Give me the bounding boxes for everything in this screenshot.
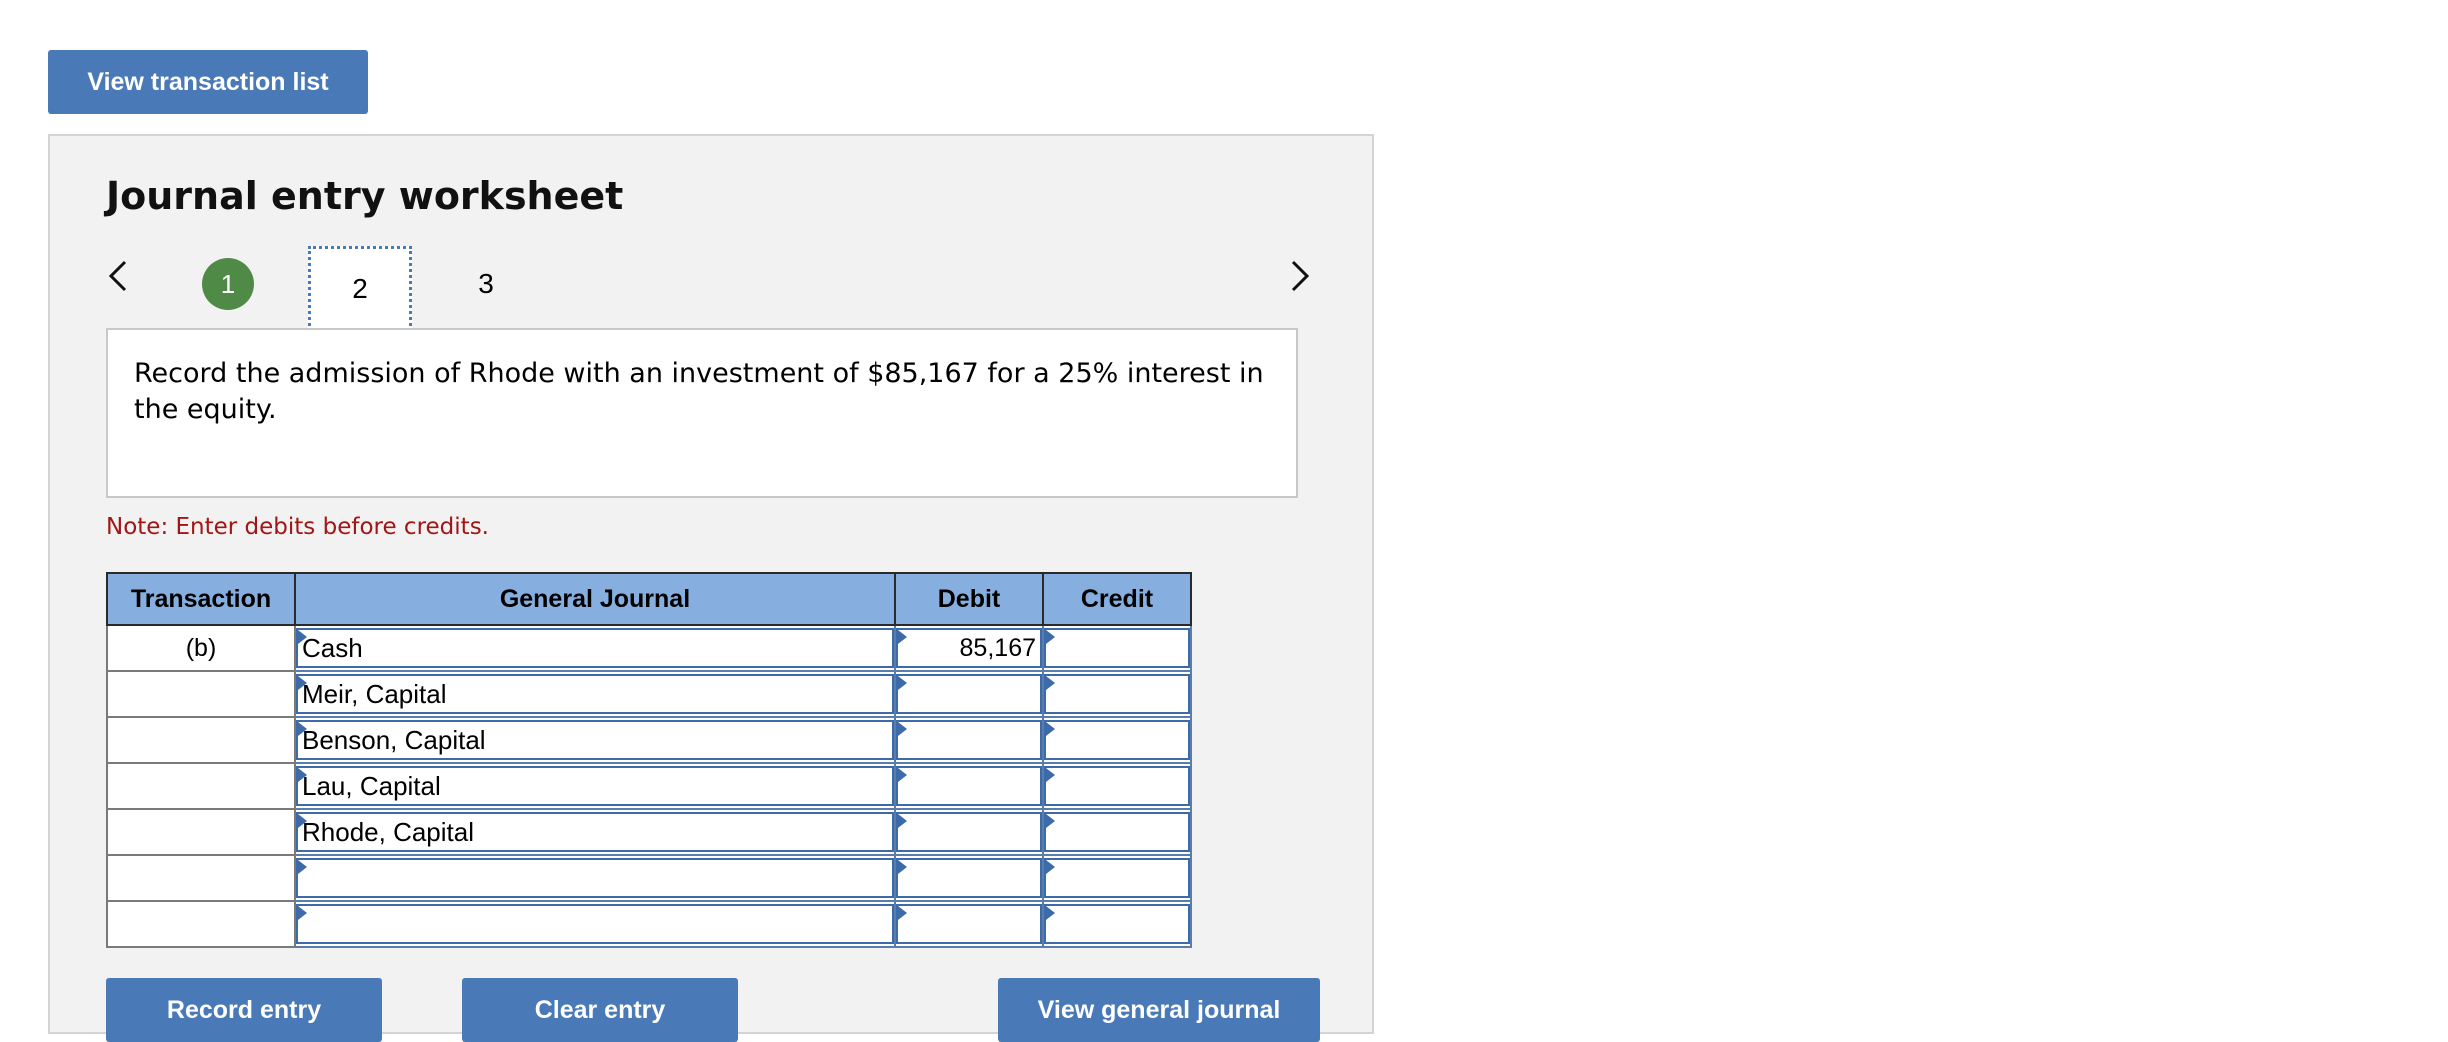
header-transaction: Transaction: [106, 572, 296, 626]
chevron-right-icon[interactable]: [1282, 256, 1318, 296]
transaction-cell: [106, 854, 296, 902]
transaction-cell: [106, 716, 296, 764]
instructions-box: Record the admission of Rhode with an in…: [106, 328, 1298, 498]
table-row: [106, 854, 1192, 902]
credit-input[interactable]: [1044, 766, 1190, 806]
header-general-journal: General Journal: [294, 572, 896, 626]
transaction-cell: [106, 900, 296, 948]
credit-input[interactable]: [1044, 858, 1190, 898]
account-input[interactable]: Cash: [296, 628, 894, 668]
table-row: [106, 900, 1192, 948]
debit-input[interactable]: [896, 812, 1042, 852]
debit-input[interactable]: [896, 904, 1042, 944]
worksheet-title: Journal entry worksheet: [106, 174, 624, 218]
account-input[interactable]: Benson, Capital: [296, 720, 894, 760]
credit-input[interactable]: [1044, 812, 1190, 852]
view-transaction-list-button[interactable]: View transaction list: [48, 50, 368, 114]
credit-input[interactable]: [1044, 720, 1190, 760]
header-debit: Debit: [894, 572, 1044, 626]
debit-input[interactable]: [896, 858, 1042, 898]
chevron-left-icon[interactable]: [100, 256, 136, 296]
credit-input[interactable]: [1044, 904, 1190, 944]
debit-input[interactable]: 85,167: [896, 628, 1042, 668]
account-input[interactable]: Lau, Capital: [296, 766, 894, 806]
view-general-journal-button[interactable]: View general journal: [998, 978, 1320, 1042]
instructions-text: Record the admission of Rhode with an in…: [134, 358, 1264, 425]
transaction-cell: [106, 762, 296, 810]
step-2[interactable]: 2: [308, 246, 412, 332]
table-row: Lau, Capital: [106, 762, 1192, 810]
transaction-cell: [106, 808, 296, 856]
note-text: Note: Enter debits before credits.: [106, 514, 489, 540]
account-input[interactable]: [296, 904, 894, 944]
debit-input[interactable]: [896, 720, 1042, 760]
account-input[interactable]: Rhode, Capital: [296, 812, 894, 852]
table-row: (b) Cash 85,167: [106, 624, 1192, 672]
transaction-cell: [106, 670, 296, 718]
table-row: Benson, Capital: [106, 716, 1192, 764]
transaction-cell: (b): [106, 624, 296, 672]
table-row: Rhode, Capital: [106, 808, 1192, 856]
step-3[interactable]: 3: [460, 258, 512, 310]
account-input[interactable]: [296, 858, 894, 898]
credit-input[interactable]: [1044, 674, 1190, 714]
record-entry-button[interactable]: Record entry: [106, 978, 382, 1042]
step-1[interactable]: 1: [202, 258, 254, 310]
journal-entry-worksheet: Journal entry worksheet 1 2 3 Record the…: [48, 134, 1374, 1042]
debit-input[interactable]: [896, 674, 1042, 714]
header-credit: Credit: [1042, 572, 1192, 626]
credit-input[interactable]: [1044, 628, 1190, 668]
journal-table: Transaction General Journal Debit Credit…: [106, 572, 1192, 948]
clear-entry-button[interactable]: Clear entry: [462, 978, 738, 1042]
debit-input[interactable]: [896, 766, 1042, 806]
table-row: Meir, Capital: [106, 670, 1192, 718]
account-input[interactable]: Meir, Capital: [296, 674, 894, 714]
